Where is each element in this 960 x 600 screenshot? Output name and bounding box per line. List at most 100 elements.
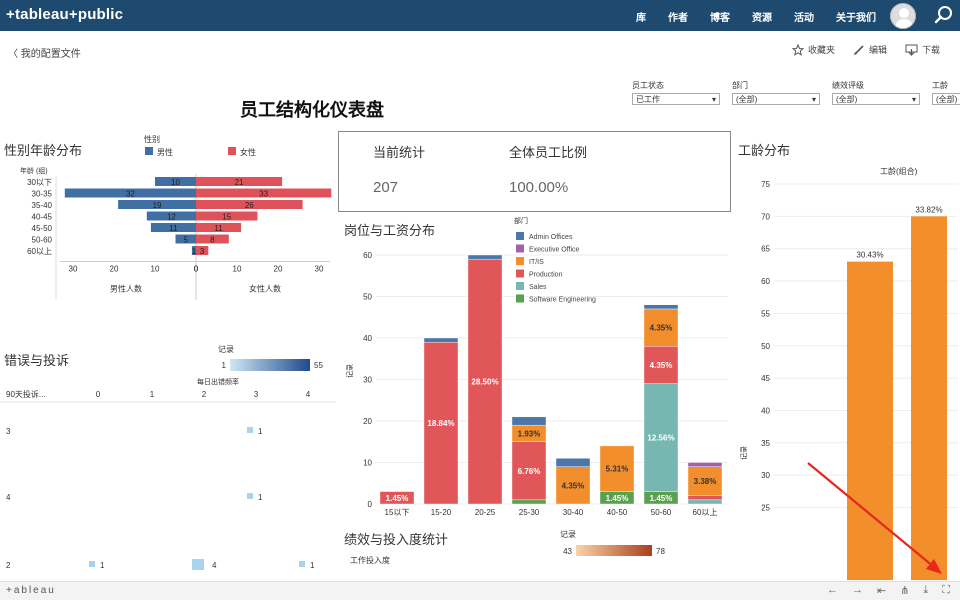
legend-title: 部门 — [514, 216, 528, 225]
viz-toolbar: +ableau ← → ⇤ ⋔ ⤓ ⛶ — [0, 581, 960, 600]
female-bar-label: 33 — [259, 190, 268, 199]
female-bar-label: 26 — [245, 201, 254, 210]
department-select[interactable]: (全部) ▾ — [732, 93, 820, 105]
toolbar-tools: ← → ⇤ ⋔ ⤓ ⛶ — [827, 584, 950, 597]
kpi-ratio-label: 全体员工比例 — [509, 145, 588, 160]
download-button[interactable]: 下载 — [905, 43, 940, 56]
age-group-label: 30以下 — [27, 178, 52, 187]
tableau-public-logo[interactable]: +tableau+public — [6, 6, 123, 23]
age-group-label: 40-45 — [32, 213, 53, 222]
fullscreen-icon[interactable]: ⛶ — [942, 584, 950, 597]
chevron-down-icon: ▾ — [711, 94, 716, 104]
legend-label-male: 男性 — [157, 147, 173, 157]
search-icon[interactable] — [934, 5, 954, 25]
y-tick: 50 — [761, 342, 770, 351]
filter-value: 已工作 — [636, 94, 660, 104]
y-tick: 75 — [761, 180, 770, 189]
x-category-label: 50-60 — [651, 508, 672, 517]
x-category-label: 40-50 — [607, 508, 628, 517]
y-tick: 60 — [363, 251, 372, 260]
legend-min: 43 — [563, 547, 572, 556]
legend-max: 78 — [656, 547, 665, 556]
x-tick-right: 10 — [233, 265, 242, 274]
avatar[interactable] — [890, 3, 916, 29]
kpi-ratio-value: 100.00% — [509, 179, 569, 196]
y-tick: 60 — [761, 277, 770, 286]
x-tick-right: 30 — [315, 265, 324, 274]
performance-select[interactable]: (全部) ▾ — [832, 93, 920, 105]
y-tick: 50 — [363, 293, 372, 302]
age-group-label: 30-35 — [32, 190, 53, 199]
legend-max: 55 — [314, 361, 323, 370]
legend-swatch — [516, 244, 524, 253]
y-axis-title: 记录 — [740, 446, 748, 460]
back-to-profile-link[interactable]: 〈 我的配置文件 — [8, 45, 81, 60]
y-tick: 65 — [761, 245, 770, 254]
nav-link-events[interactable]: 活动 — [794, 9, 814, 24]
chevron-down-icon: ▾ — [911, 94, 916, 104]
performance-chart[interactable]: 工作投入度 记录 43 78 — [336, 525, 736, 581]
female-bar-label: 15 — [222, 213, 231, 222]
legend-title: 记录 — [560, 530, 576, 539]
tenure-bar-label: 30.43% — [856, 251, 883, 260]
edit-label: 编辑 — [868, 45, 887, 55]
male-bar-label: 32 — [126, 190, 135, 199]
segment-label: 1.45% — [386, 494, 409, 503]
tableau-brand: +ableau — [6, 585, 56, 596]
segment-label: 1.45% — [650, 494, 673, 503]
nav-link-authors[interactable]: 作者 — [668, 9, 688, 24]
filter-value: (全部) — [936, 94, 958, 104]
nav-link-library[interactable]: 库 — [636, 9, 646, 24]
age-group-label: 35-40 — [32, 201, 53, 210]
kpi-current-label: 当前统计 — [373, 145, 426, 160]
position-salary-chart[interactable]: 0 10 20 30 40 50 60 记录 1.45% 15以下 18.84% 15-20 28.50… — [336, 210, 736, 525]
row-label: 4 — [6, 493, 11, 502]
nav-link-about[interactable]: 关于我们 — [836, 9, 876, 24]
y-tick: 20 — [363, 417, 372, 426]
heat-cell — [247, 493, 253, 499]
row-label: 3 — [6, 427, 11, 436]
tenure-select[interactable]: (全部) — [932, 93, 960, 105]
y-tick: 40 — [761, 406, 770, 415]
y-tick: 45 — [761, 374, 770, 383]
stack-segment — [423, 337, 459, 343]
male-bar-label: 19 — [153, 201, 162, 210]
age-group-label: 60以上 — [27, 247, 52, 256]
legend-min: 1 — [222, 361, 227, 370]
x-tick-right: 20 — [274, 265, 283, 274]
edit-button[interactable]: 编辑 — [853, 43, 887, 56]
legend-gradient — [576, 545, 652, 556]
stack-segment — [687, 499, 723, 505]
stack-segment — [467, 254, 503, 260]
redo-icon[interactable]: → — [852, 584, 863, 597]
errors-complaints-chart[interactable]: 记录 1 55 每日出错频率 90天投诉... 0 1 2 3 4 3 4 2 1 1 1 4 1 — [0, 340, 336, 580]
nav-link-resources[interactable]: 资源 — [752, 9, 772, 24]
stack-segment — [687, 462, 723, 467]
filter-performance: 绩效评级 (全部) ▾ — [832, 80, 920, 105]
male-bar-label: 1 — [192, 247, 197, 256]
gender-age-pyramid-chart[interactable]: 性别男性 女性年龄 (组)30以下 10 2130-35 32 3335-40 19 2640… — [0, 130, 336, 305]
legend-swatch-female — [228, 147, 236, 155]
legend-label: Sales — [529, 284, 547, 291]
employee-status-select[interactable]: 已工作 ▾ — [632, 93, 720, 105]
y-tick: 70 — [761, 212, 770, 221]
legend-label: Production — [529, 272, 563, 279]
filter-tenure: 工龄 (全部) — [932, 80, 960, 105]
stack-segment — [687, 495, 723, 501]
segment-label: 4.35% — [650, 361, 673, 370]
favorite-label: 收藏夹 — [807, 45, 835, 55]
download-icon[interactable]: ⤓ — [923, 584, 928, 597]
legend-swatch — [516, 269, 524, 278]
filter-value: (全部) — [736, 94, 758, 104]
nav-link-blog[interactable]: 博客 — [710, 9, 730, 24]
segment-label: 1.93% — [518, 429, 541, 438]
stack-segment — [555, 458, 591, 467]
segment-label: 3.38% — [694, 477, 717, 486]
favorite-button[interactable]: 收藏夹 — [791, 43, 835, 56]
revert-icon[interactable]: ⇤ — [877, 584, 886, 597]
filter-label: 员工状态 — [632, 81, 664, 90]
undo-icon[interactable]: ← — [827, 584, 838, 597]
share-icon[interactable]: ⋔ — [900, 584, 909, 597]
column-label: 3 — [254, 390, 259, 399]
legend-swatch — [516, 232, 524, 240]
